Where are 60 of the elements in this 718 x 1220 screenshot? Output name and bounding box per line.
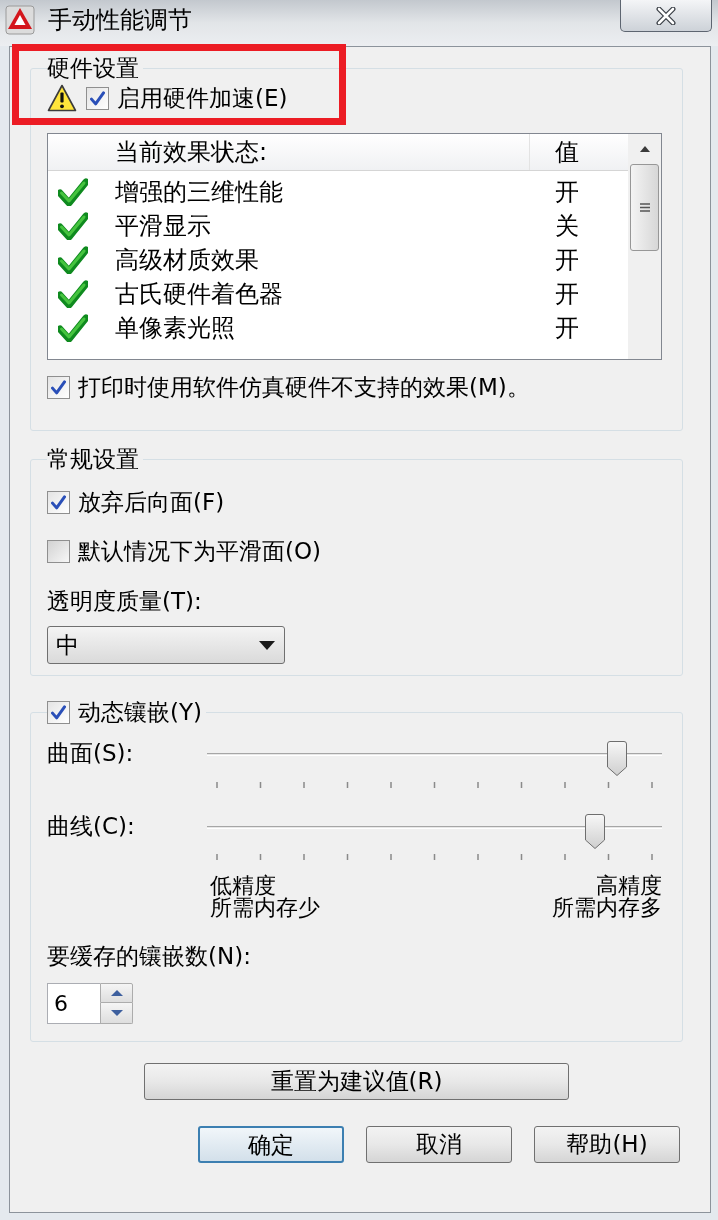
checkbox-label: 默认情况下为平滑面(O) (78, 538, 322, 564)
scale-label: 所需内存多 (552, 897, 662, 919)
spin-up-button[interactable] (100, 983, 133, 1003)
column-header[interactable]: 值 (530, 134, 628, 170)
slider-label: 曲面(S): (47, 741, 135, 768)
table-cell-text: 开 (554, 313, 579, 343)
caret-down-icon (259, 640, 275, 650)
checkmark-icon (51, 704, 66, 720)
checkbox[interactable] (86, 86, 109, 110)
checkmark-icon (51, 379, 66, 395)
grip-icon (639, 203, 650, 212)
group-title: 常规设置 (47, 446, 140, 473)
checkbox[interactable] (47, 490, 70, 514)
checkbox[interactable] (47, 539, 70, 563)
checkbox-label: 放弃后向面(F) (78, 489, 225, 515)
checkbox-label: 启用硬件加速(E) (117, 85, 288, 111)
table-cell-text: 增强的三维性能 (115, 177, 284, 207)
table-cell-text: 关 (554, 211, 579, 241)
up-arrow-icon (639, 146, 650, 152)
down-arrow-icon (110, 1010, 123, 1016)
field-label: 透明度质量(T): (47, 588, 203, 614)
table-cell-text: 高级材质效果 (115, 245, 260, 275)
warning-icon (47, 84, 77, 112)
table-cell-text: 开 (554, 245, 579, 275)
close-button[interactable] (620, 0, 712, 32)
table-cell-text: 开 (554, 279, 579, 309)
slider-track[interactable] (207, 814, 662, 849)
number-field[interactable]: 6 (47, 983, 100, 1024)
scale-label: 低精度 (210, 875, 276, 897)
table-cell-text: 平滑显示 (115, 211, 212, 241)
field-label: 要缓存的镶嵌数(N): (47, 945, 252, 967)
window-title: 手动性能调节 (48, 5, 192, 35)
dialog-button[interactable]: 帮助(H) (534, 1126, 680, 1163)
slider-track[interactable] (207, 741, 662, 776)
checkmark-icon (51, 494, 66, 510)
checkbox[interactable] (47, 700, 70, 724)
group-title: 硬件设置 (47, 55, 140, 82)
spin-down-button[interactable] (100, 1003, 133, 1024)
scale-label: 所需内存少 (210, 897, 320, 919)
checkbox-label: 打印时使用软件仿真硬件不支持的效果(M)。 (78, 374, 530, 400)
dialog-button[interactable]: 取消 (366, 1126, 512, 1163)
column-header[interactable]: 当前效果状态: (115, 134, 530, 170)
close-icon (656, 6, 676, 25)
slider-thumb[interactable] (607, 741, 628, 776)
slider-thumb[interactable] (585, 814, 606, 849)
scrollbar-thumb[interactable] (630, 164, 659, 251)
dropdown[interactable]: 中 (47, 626, 285, 664)
scale-label: 高精度 (596, 875, 662, 897)
up-arrow-icon (110, 990, 123, 996)
scrollbar[interactable] (628, 134, 661, 359)
app-logo-icon (5, 5, 35, 35)
reset-button[interactable]: 重置为建议值(R) (144, 1063, 569, 1100)
checkbox[interactable] (47, 375, 70, 399)
checkmark-icon (90, 90, 105, 106)
dialog-button[interactable]: 确定 (198, 1126, 344, 1163)
table-cell-text: 单像素光照 (115, 313, 236, 343)
slider-label: 曲线(C): (47, 814, 136, 841)
table-cell-text: 古氏硬件着色器 (115, 279, 284, 309)
checkbox-label: 动态镶嵌(Y) (78, 699, 202, 725)
table-cell-text: 开 (554, 177, 579, 207)
